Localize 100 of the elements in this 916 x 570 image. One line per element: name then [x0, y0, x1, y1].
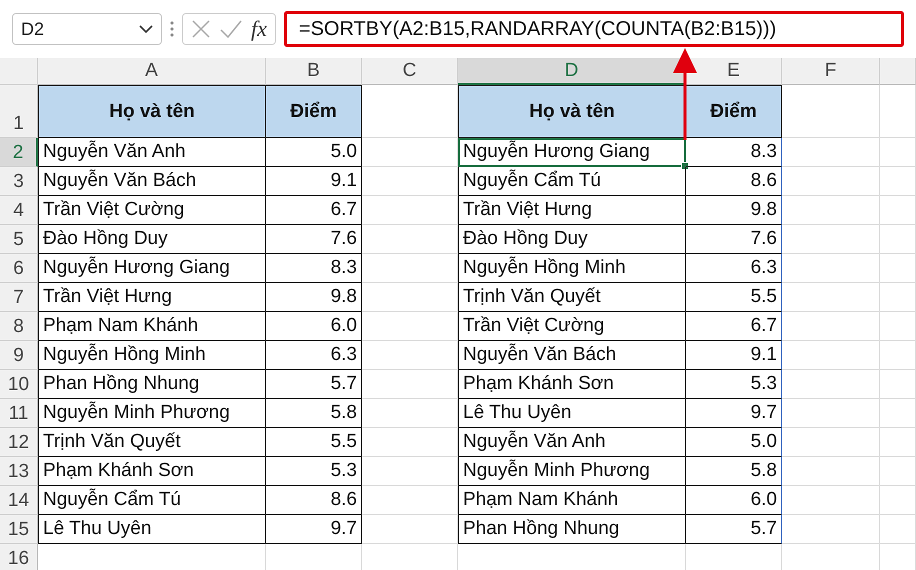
row-header[interactable]: 10: [0, 370, 38, 399]
empty-cell[interactable]: [362, 225, 458, 254]
score-cell[interactable]: 6.3: [686, 254, 782, 283]
insert-function-button[interactable]: fx: [251, 16, 267, 42]
name-cell[interactable]: Đào Hồng Duy: [38, 225, 266, 254]
empty-cell[interactable]: [362, 486, 458, 515]
empty-cell[interactable]: [782, 457, 880, 486]
empty-cell[interactable]: [782, 167, 880, 196]
empty-cell[interactable]: [782, 225, 880, 254]
name-box[interactable]: D2: [12, 13, 162, 45]
row-header[interactable]: 16: [0, 544, 38, 570]
empty-cell[interactable]: [880, 457, 916, 486]
score-cell[interactable]: 9.8: [686, 196, 782, 225]
empty-cell[interactable]: [880, 370, 916, 399]
empty-cell[interactable]: [880, 225, 916, 254]
row-header[interactable]: 11: [0, 399, 38, 428]
name-cell[interactable]: Nguyễn Văn Bách: [38, 167, 266, 196]
empty-cell[interactable]: [782, 312, 880, 341]
score-cell[interactable]: 7.6: [266, 225, 362, 254]
select-all-button[interactable]: [0, 58, 38, 85]
empty-cell[interactable]: [880, 399, 916, 428]
name-cell[interactable]: Trịnh Văn Quyết: [38, 428, 266, 457]
empty-cell[interactable]: [880, 515, 916, 544]
name-cell[interactable]: Nguyễn Hương Giang: [458, 138, 686, 167]
name-cell[interactable]: Trịnh Văn Quyết: [458, 283, 686, 312]
name-cell[interactable]: Nguyễn Cẩm Tú: [38, 486, 266, 515]
check-icon[interactable]: [219, 19, 243, 39]
empty-cell[interactable]: [362, 167, 458, 196]
name-cell[interactable]: Nguyễn Cẩm Tú: [458, 167, 686, 196]
score-cell[interactable]: 6.7: [686, 312, 782, 341]
column-header[interactable]: B: [266, 58, 362, 85]
empty-cell[interactable]: [782, 486, 880, 515]
empty-cell[interactable]: [362, 283, 458, 312]
empty-cell[interactable]: [880, 254, 916, 283]
empty-cell[interactable]: [362, 457, 458, 486]
score-cell[interactable]: 8.3: [266, 254, 362, 283]
empty-cell[interactable]: [782, 399, 880, 428]
row-header[interactable]: 7: [0, 283, 38, 312]
row-header[interactable]: 4: [0, 196, 38, 225]
name-cell[interactable]: Phan Hồng Nhung: [38, 370, 266, 399]
name-cell[interactable]: Nguyễn Minh Phương: [458, 457, 686, 486]
row-header[interactable]: 5: [0, 225, 38, 254]
row-header[interactable]: 9: [0, 341, 38, 370]
score-cell[interactable]: 6.0: [266, 312, 362, 341]
empty-cell[interactable]: [782, 515, 880, 544]
name-cell[interactable]: Nguyễn Văn Bách: [458, 341, 686, 370]
score-cell[interactable]: 6.0: [686, 486, 782, 515]
name-cell[interactable]: Nguyễn Hồng Minh: [38, 341, 266, 370]
empty-cell[interactable]: [782, 283, 880, 312]
name-cell[interactable]: Nguyễn Văn Anh: [38, 138, 266, 167]
score-cell[interactable]: 5.3: [266, 457, 362, 486]
name-cell[interactable]: Lê Thu Uyên: [458, 399, 686, 428]
name-cell[interactable]: Phạm Khánh Sơn: [458, 370, 686, 399]
empty-cell[interactable]: [362, 399, 458, 428]
empty-cell[interactable]: [782, 341, 880, 370]
empty-cell[interactable]: [880, 283, 916, 312]
score-cell[interactable]: 6.7: [266, 196, 362, 225]
score-cell[interactable]: 5.8: [686, 457, 782, 486]
empty-cell[interactable]: [362, 254, 458, 283]
row-header[interactable]: 1: [0, 85, 38, 138]
column-header[interactable]: C: [362, 58, 458, 85]
row-header[interactable]: 13: [0, 457, 38, 486]
cancel-icon[interactable]: [191, 19, 211, 39]
empty-cell[interactable]: [362, 196, 458, 225]
row-header[interactable]: 14: [0, 486, 38, 515]
empty-cell[interactable]: [880, 428, 916, 457]
empty-cell[interactable]: [362, 370, 458, 399]
score-cell[interactable]: 5.5: [686, 283, 782, 312]
column-header[interactable]: A: [38, 58, 266, 85]
row-header[interactable]: 2: [0, 138, 38, 167]
name-cell[interactable]: Trần Việt Hưng: [458, 196, 686, 225]
empty-cell[interactable]: [362, 138, 458, 167]
formula-field[interactable]: =SORTBY(A2:B15,RANDARRAY(COUNTA(B2:B15))): [284, 11, 904, 47]
row-header[interactable]: 15: [0, 515, 38, 544]
score-cell[interactable]: 6.3: [266, 341, 362, 370]
row-header[interactable]: 12: [0, 428, 38, 457]
score-cell[interactable]: 9.8: [266, 283, 362, 312]
empty-cell[interactable]: [880, 138, 916, 167]
name-cell[interactable]: Phạm Nam Khánh: [38, 312, 266, 341]
score-cell[interactable]: 8.6: [266, 486, 362, 515]
score-cell[interactable]: 5.7: [686, 515, 782, 544]
score-cell[interactable]: 9.1: [686, 341, 782, 370]
name-cell[interactable]: Trần Việt Cường: [458, 312, 686, 341]
score-cell[interactable]: 9.7: [266, 515, 362, 544]
empty-cell[interactable]: [880, 341, 916, 370]
name-cell[interactable]: Nguyễn Minh Phương: [38, 399, 266, 428]
empty-cell[interactable]: [362, 428, 458, 457]
name-cell[interactable]: Nguyễn Hương Giang: [38, 254, 266, 283]
empty-cell[interactable]: [362, 312, 458, 341]
row-header[interactable]: 3: [0, 167, 38, 196]
name-cell[interactable]: Đào Hồng Duy: [458, 225, 686, 254]
column-header[interactable]: F: [782, 58, 880, 85]
empty-cell[interactable]: [880, 167, 916, 196]
name-cell[interactable]: Phạm Nam Khánh: [458, 486, 686, 515]
column-header[interactable]: E: [686, 58, 782, 85]
column-header[interactable]: D: [458, 58, 686, 85]
score-cell[interactable]: 9.7: [686, 399, 782, 428]
empty-cell[interactable]: [362, 515, 458, 544]
empty-cell[interactable]: [782, 370, 880, 399]
name-cell[interactable]: Trần Việt Hưng: [38, 283, 266, 312]
